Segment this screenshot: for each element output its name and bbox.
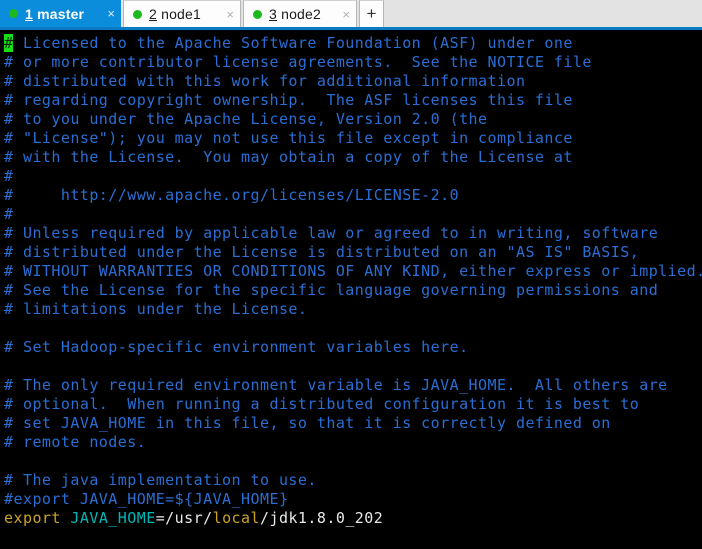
terminal-text: local	[212, 509, 260, 527]
terminal-line: export JAVA_HOME=/usr/local/jdk1.8.0_202	[4, 509, 702, 528]
terminal-text: #	[4, 205, 14, 223]
tab-1-master[interactable]: 1 master ×	[0, 0, 121, 27]
terminal-line: # set JAVA_HOME in this file, so that it…	[4, 414, 702, 433]
terminal-text: # distributed under the License is distr…	[4, 243, 640, 261]
close-icon[interactable]: ×	[342, 8, 350, 21]
terminal-text: /jdk1.8.0_202	[260, 509, 384, 527]
terminal-line: # limitations under the License.	[4, 300, 702, 319]
terminal-line: # http://www.apache.org/licenses/LICENSE…	[4, 186, 702, 205]
tab-label-node1: 2 node1	[149, 6, 220, 22]
terminal-text: # limitations under the License.	[4, 300, 308, 318]
tab-status-dot-icon	[9, 9, 18, 18]
terminal-text: # http://www.apache.org/licenses/LICENSE…	[4, 186, 460, 204]
terminal-line: #	[4, 205, 702, 224]
tab-name-node2: node2	[277, 6, 322, 22]
terminal-text: # Unless required by applicable law or a…	[4, 224, 659, 242]
terminal-line: # optional. When running a distributed c…	[4, 395, 702, 414]
terminal-text: # distributed with this work for additio…	[4, 72, 526, 90]
new-tab-button[interactable]: +	[359, 0, 384, 27]
terminal-text: # WITHOUT WARRANTIES OR CONDITIONS OF AN…	[4, 262, 702, 280]
terminal-line: # Unless required by applicable law or a…	[4, 224, 702, 243]
terminal-line: # See the License for the specific langu…	[4, 281, 702, 300]
terminal-line: # regarding copyright ownership. The ASF…	[4, 91, 702, 110]
terminal-line: # with the License. You may obtain a cop…	[4, 148, 702, 167]
tab-status-dot-icon	[133, 9, 142, 19]
tab-bar: 1 master × 2 node1 × 3 node2 × +	[0, 0, 702, 30]
terminal-line: #	[4, 167, 702, 186]
tab-label-node2: 3 node2	[269, 6, 336, 22]
terminal-text: # optional. When running a distributed c…	[4, 395, 640, 413]
terminal-line: # The only required environment variable…	[4, 376, 702, 395]
terminal-text: # The java implementation to use.	[4, 471, 317, 489]
terminal-output[interactable]: # Licensed to the Apache Software Founda…	[0, 30, 702, 549]
terminal-line: # WITHOUT WARRANTIES OR CONDITIONS OF AN…	[4, 262, 702, 281]
terminal-line: # or more contributor license agreements…	[4, 53, 702, 72]
terminal-line: # distributed with this work for additio…	[4, 72, 702, 91]
terminal-text: Licensed to the Apache Software Foundati…	[13, 34, 573, 52]
terminal-text: #	[4, 167, 14, 185]
close-icon[interactable]: ×	[107, 7, 115, 20]
terminal-text: # "License"); you may not use this file …	[4, 129, 573, 147]
tab-name-node1: node1	[157, 6, 202, 22]
terminal-text: =/usr/	[155, 509, 213, 527]
tab-2-node1[interactable]: 2 node1 ×	[123, 0, 241, 27]
tab-number-2: 2	[149, 6, 157, 22]
terminal-line: # remote nodes.	[4, 433, 702, 452]
terminal-text: # Set Hadoop-specific environment variab…	[4, 338, 469, 356]
terminal-text: #export JAVA_HOME=${JAVA_HOME}	[4, 490, 289, 508]
terminal-text: # to you under the Apache License, Versi…	[4, 110, 488, 128]
terminal-text: # The only required environment variable…	[4, 376, 668, 394]
terminal-text: # or more contributor license agreements…	[4, 53, 592, 71]
terminal-text: export	[4, 509, 61, 527]
terminal-line: # Licensed to the Apache Software Founda…	[4, 34, 702, 53]
terminal-line: # Set Hadoop-specific environment variab…	[4, 338, 702, 357]
terminal-line: # "License"); you may not use this file …	[4, 129, 702, 148]
terminal-text: # set JAVA_HOME in this file, so that it…	[4, 414, 611, 432]
tab-number-3: 3	[269, 6, 277, 22]
tab-number-1: 1	[25, 5, 33, 22]
terminal-line: # to you under the Apache License, Versi…	[4, 110, 702, 129]
tab-label-master: 1 master	[25, 6, 101, 22]
terminal-text: # with the License. You may obtain a cop…	[4, 148, 573, 166]
tab-status-dot-icon	[253, 9, 262, 19]
terminal-text: # See the License for the specific langu…	[4, 281, 659, 299]
terminal-line: # distributed under the License is distr…	[4, 243, 702, 262]
tab-3-node2[interactable]: 3 node2 ×	[243, 0, 357, 27]
terminal-line: # The java implementation to use.	[4, 471, 702, 490]
tab-bar-empty-space	[384, 0, 702, 27]
terminal-text: # regarding copyright ownership. The ASF…	[4, 91, 573, 109]
terminal-text: # remote nodes.	[4, 433, 147, 451]
terminal-line: #export JAVA_HOME=${JAVA_HOME}	[4, 490, 702, 509]
tab-name-master: master	[33, 5, 85, 22]
terminal-text: JAVA_HOME	[70, 509, 156, 527]
close-icon[interactable]: ×	[226, 8, 234, 21]
